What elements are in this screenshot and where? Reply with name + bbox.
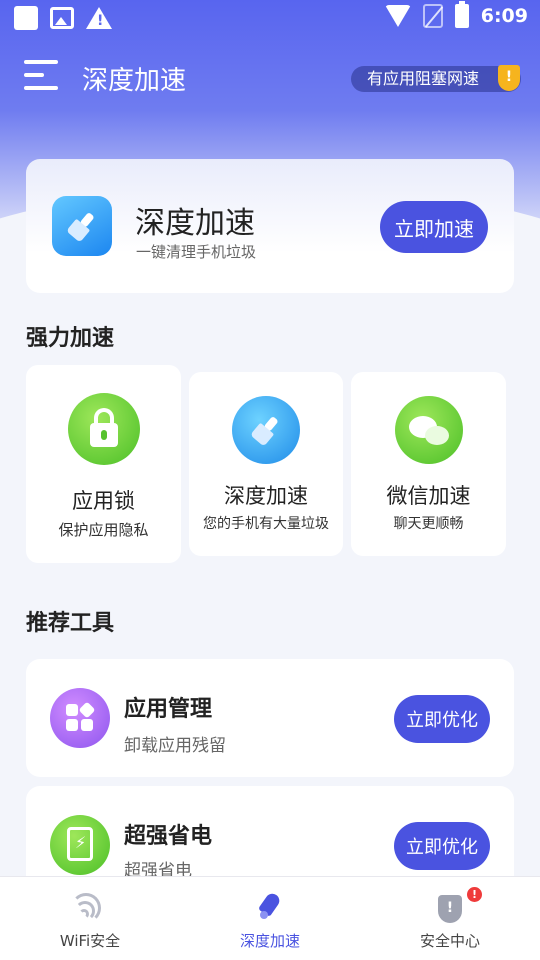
notification-badge: ! xyxy=(467,887,482,902)
optimize-now-button[interactable]: 立即优化 xyxy=(394,822,490,870)
nav-item-deep-boost[interactable]: 深度加速 xyxy=(180,877,360,960)
status-bar: ! 6:09 xyxy=(0,0,540,36)
optimize-now-button[interactable]: 立即优化 xyxy=(394,695,490,743)
wechat-icon xyxy=(395,396,463,464)
feature-subtitle: 您的手机有大量垃圾 xyxy=(203,516,329,532)
page-title: 深度加速 xyxy=(82,66,187,96)
hero-title: 深度加速 xyxy=(135,206,255,241)
feature-title: 微信加速 xyxy=(386,484,471,508)
rocket-icon xyxy=(258,893,282,923)
nav-item-wifi-security[interactable]: WiFi安全 xyxy=(0,877,180,960)
apps-grid-icon xyxy=(50,688,110,748)
warning-shield-icon[interactable]: ! xyxy=(498,65,520,91)
nav-item-security-center[interactable]: ! 安全中心 xyxy=(360,877,540,960)
feature-title: 应用锁 xyxy=(72,489,135,513)
warning-icon: ! xyxy=(86,7,112,29)
network-alert-pill[interactable]: 有应用阻塞网速 xyxy=(351,66,521,92)
battery-charge-icon: ⚡ xyxy=(50,815,110,875)
wifi-signal-icon xyxy=(384,5,411,27)
feature-subtitle: 保护应用隐私 xyxy=(58,521,149,539)
tool-title: 应用管理 xyxy=(124,697,213,722)
notification-square-icon xyxy=(14,6,38,30)
hero-subtitle: 一键清理手机垃圾 xyxy=(136,243,257,261)
bottom-nav: WiFi安全 深度加速 ! 安全中心 xyxy=(0,876,540,960)
broom-icon xyxy=(52,196,112,256)
status-time: 6:09 xyxy=(480,5,528,27)
nav-label: 深度加速 xyxy=(239,932,300,950)
battery-icon xyxy=(454,1,469,28)
accelerate-now-button[interactable]: 立即加速 xyxy=(380,201,488,253)
feature-title: 深度加速 xyxy=(224,484,308,508)
feature-card-deep-boost[interactable]: 深度加速 您的手机有大量垃圾 xyxy=(189,372,343,556)
tool-card-app-manager[interactable]: 应用管理 卸载应用残留 立即优化 xyxy=(26,659,514,777)
no-sim-icon xyxy=(422,4,443,28)
feature-card-wechat-boost[interactable]: 微信加速 聊天更顺畅 xyxy=(351,372,506,556)
tool-title: 超强省电 xyxy=(124,824,213,849)
section-title-power-boost: 强力加速 xyxy=(26,326,115,351)
lock-icon xyxy=(68,393,140,465)
image-icon xyxy=(50,7,74,29)
nav-label: 安全中心 xyxy=(419,932,480,950)
feature-subtitle: 聊天更顺畅 xyxy=(393,516,464,532)
feature-card-app-lock[interactable]: 应用锁 保护应用隐私 xyxy=(26,365,181,563)
wifi-icon xyxy=(71,893,103,923)
tool-subtitle: 卸载应用残留 xyxy=(124,736,226,756)
network-alert-text: 有应用阻塞网速 xyxy=(367,69,480,88)
menu-icon[interactable] xyxy=(24,60,58,94)
section-title-recommended-tools: 推荐工具 xyxy=(26,611,115,636)
nav-label: WiFi安全 xyxy=(59,932,121,950)
shield-icon: ! xyxy=(438,895,462,923)
broom-icon xyxy=(232,396,300,464)
